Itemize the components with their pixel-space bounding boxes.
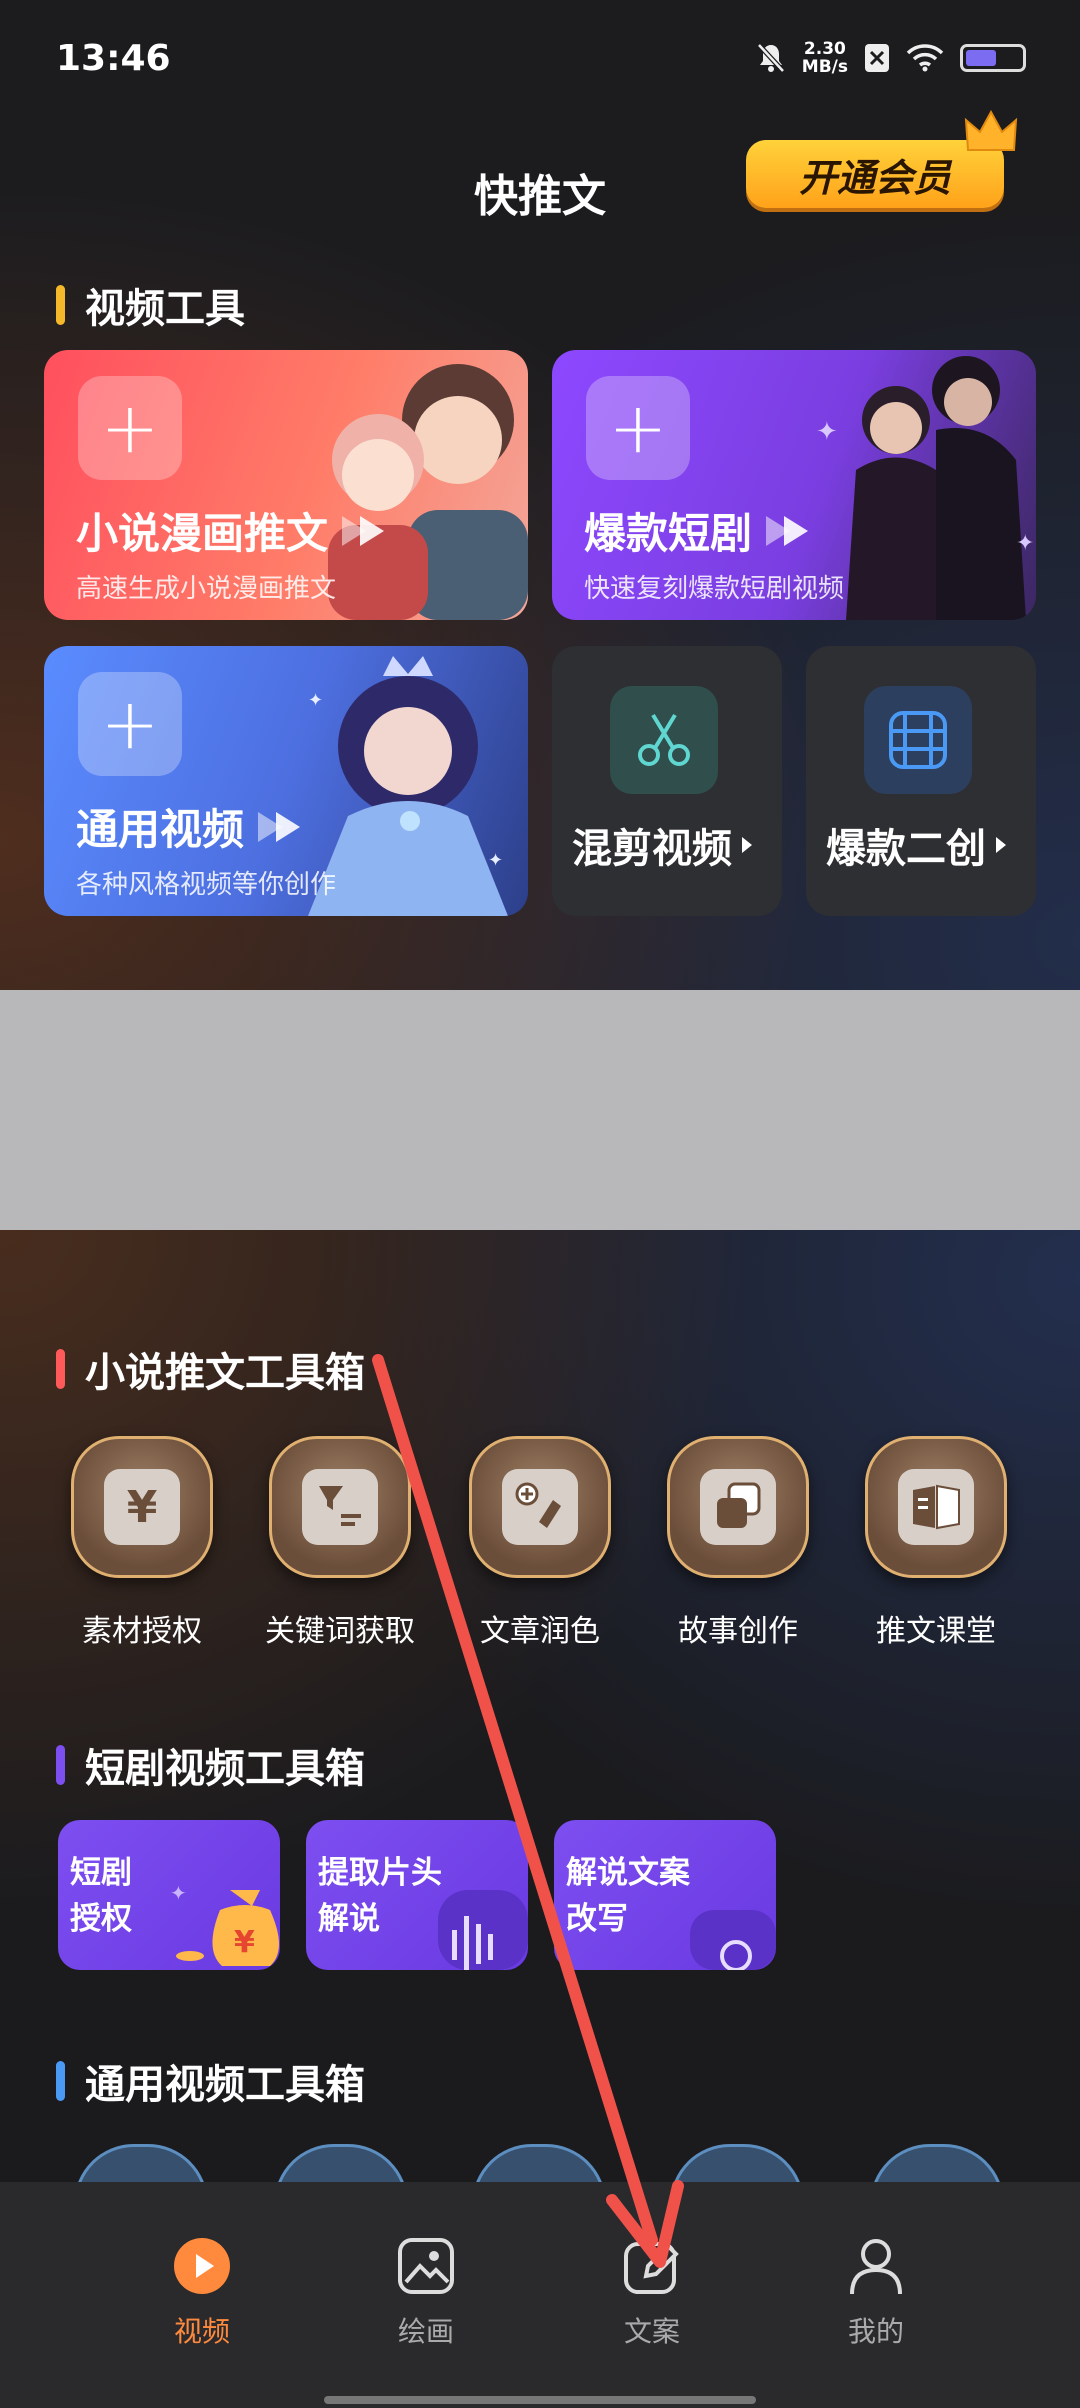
nav-tab-copywriting[interactable]: 文案 (572, 2234, 732, 2350)
svg-text:✦: ✦ (1016, 531, 1034, 556)
drama-tool-label: 短剧 授权 (70, 1855, 132, 1937)
scissors-icon (610, 686, 718, 794)
chevron-right-icon (996, 837, 1006, 853)
add-icon: + (78, 672, 182, 776)
vip-membership-button[interactable]: 开通会员 (746, 110, 1018, 208)
wifi-icon (906, 44, 944, 72)
card-hit-drama[interactable]: ✦ ✦ + 爆款短剧 快速复刻爆款短剧视频 (552, 350, 1036, 620)
tool-article-polish[interactable]: 文章润色 (440, 1436, 640, 1650)
vip-button-label: 开通会员 (798, 155, 951, 200)
card-title: 小说漫画推文 (76, 509, 329, 558)
couple-illustration (328, 364, 528, 620)
play-circle-icon (170, 2234, 234, 2298)
card-subtitle: 高速生成小说漫画推文 (76, 574, 337, 604)
tool-label: 故事创作 (678, 1614, 798, 1649)
tool-label: 素材授权 (82, 1614, 202, 1649)
battery-icon (960, 44, 1026, 72)
card-novel-comic[interactable]: + 小说漫画推文 高速生成小说漫画推文 (44, 350, 528, 620)
section-title-video-tools: 视频工具 (56, 276, 245, 334)
story-cards-icon (700, 1469, 776, 1545)
add-icon: + (78, 376, 182, 480)
drama-tool-rewrite[interactable]: 解说文案 改写 (554, 1820, 776, 1970)
nav-tab-video[interactable]: 视频 (122, 2234, 282, 2350)
tool-label: 关键词获取 (265, 1614, 415, 1649)
bottom-navigation: 视频 绘画 文案 我的 (0, 2182, 1080, 2408)
yen-document-icon: ¥ (104, 1469, 180, 1545)
nav-label: 文案 (623, 2315, 680, 2348)
card-title: 混剪视频 (572, 826, 732, 872)
svg-text:✦: ✦ (488, 850, 503, 871)
card-title: 通用视频 (76, 805, 245, 854)
nav-label: 绘画 (397, 2315, 454, 2348)
money-bag-icon: ¥ ✦ (170, 1881, 279, 1966)
tool-story-creation[interactable]: 故事创作 (638, 1436, 838, 1650)
svg-text:¥: ¥ (234, 1925, 255, 1960)
audio-wave-icon (438, 1890, 528, 1970)
image-icon (394, 2234, 458, 2298)
tool-label: 文章润色 (480, 1614, 600, 1649)
card-mix-cut-video[interactable]: 混剪视频 (552, 646, 782, 916)
drama-tool-extract-intro[interactable]: 提取片头 解说 (306, 1820, 528, 1970)
status-icons: 2.30 MB/s (756, 40, 1026, 76)
svg-text:✦: ✦ (170, 1881, 187, 1905)
search-doc-icon (690, 1910, 776, 1970)
drama-tool-label: 提取片头 解说 (318, 1855, 442, 1937)
nav-label: 视频 (173, 2315, 230, 2348)
edit-pencil-icon (620, 2234, 684, 2298)
ad-banner-placeholder (0, 990, 1080, 1230)
play-arrows-icon (766, 515, 809, 546)
sim-disabled-icon (865, 44, 889, 72)
card-general-video[interactable]: ✦ ✦ + 通用视频 各种风格视频等你创作 (44, 646, 528, 916)
svg-text:✦: ✦ (308, 690, 323, 711)
card-subtitle: 快速复刻爆款短剧视频 (584, 574, 845, 604)
open-book-icon (898, 1469, 974, 1545)
chevron-right-icon (742, 837, 752, 853)
crown-icon (964, 110, 1018, 151)
tool-tuiwen-classroom[interactable]: 推文课堂 (836, 1436, 1036, 1650)
polish-edit-icon (502, 1469, 578, 1545)
tool-material-license[interactable]: ¥ 素材授权 (42, 1436, 242, 1650)
section-title-novel-toolbox: 小说推文工具箱 (56, 1340, 365, 1398)
film-icon (864, 686, 972, 794)
card-hit-remix[interactable]: 爆款二创 (806, 646, 1036, 916)
person-icon (844, 2234, 908, 2298)
status-bar: 13:46 2.30 MB/s (0, 0, 1080, 120)
nav-label: 我的 (847, 2315, 904, 2348)
play-arrows-icon (342, 515, 385, 546)
card-title: 爆款短剧 (584, 509, 753, 558)
svg-text:✦: ✦ (816, 417, 838, 447)
tool-label: 推文课堂 (876, 1614, 996, 1649)
bell-muted-icon (756, 43, 785, 73)
section-title-drama-toolbox: 短剧视频工具箱 (56, 1736, 365, 1794)
nav-tab-drawing[interactable]: 绘画 (346, 2234, 506, 2350)
status-time: 13:46 (56, 38, 171, 79)
drama-tool-label: 解说文案 改写 (566, 1855, 690, 1937)
play-arrows-icon (258, 811, 301, 842)
tool-keyword-fetch[interactable]: 关键词获取 (240, 1436, 440, 1650)
filter-list-icon (302, 1469, 378, 1545)
home-indicator[interactable] (324, 2396, 756, 2404)
card-subtitle: 各种风格视频等你创作 (76, 870, 337, 900)
section-title-general-toolbox: 通用视频工具箱 (56, 2052, 365, 2110)
net-speed: 2.30 MB/s (801, 39, 848, 77)
add-icon: + (586, 376, 690, 480)
nav-tab-mine[interactable]: 我的 (796, 2234, 956, 2350)
card-title: 爆款二创 (826, 826, 986, 872)
drama-tool-license[interactable]: 短剧 授权 ¥ ✦ (58, 1820, 280, 1970)
